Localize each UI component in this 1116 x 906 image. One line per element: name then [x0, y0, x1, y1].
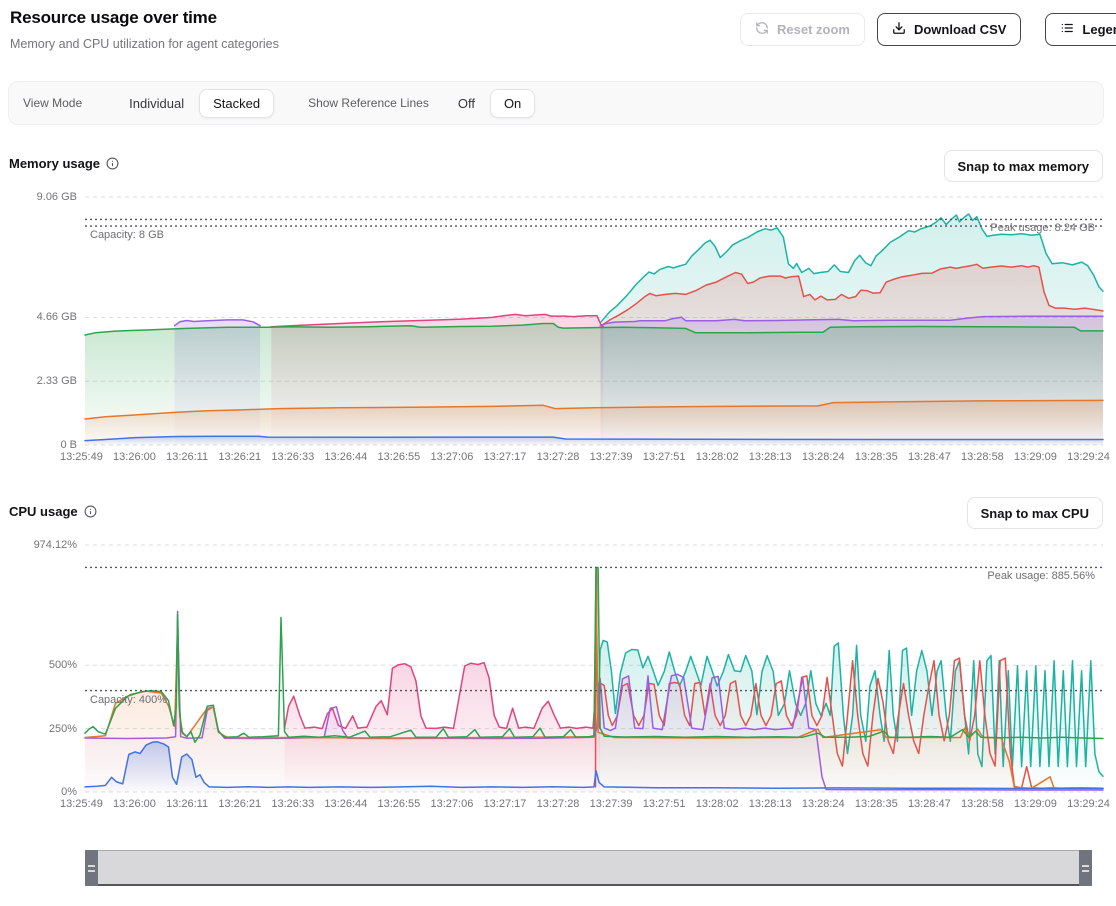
x-tick-label: 13:26:33	[271, 798, 314, 810]
x-tick-label: 13:26:55	[377, 798, 420, 810]
x-tick-label: 13:26:11	[166, 798, 208, 810]
memory-chart[interactable]: 9.06 GB4.66 GB2.33 GB0 BPeak usage: 8.24…	[0, 188, 1116, 448]
x-tick-label: 13:29:09	[1014, 451, 1057, 463]
y-tick-label: 9.06 GB	[0, 190, 77, 204]
x-tick-label: 13:28:58	[961, 798, 1004, 810]
x-tick-label: 13:29:24	[1067, 451, 1110, 463]
x-tick-label: 13:27:39	[590, 451, 633, 463]
reset-zoom-button[interactable]: Reset zoom	[740, 13, 865, 46]
x-tick-label: 13:27:51	[643, 451, 686, 463]
reset-zoom-label: Reset zoom	[777, 22, 850, 37]
y-tick-label: 500%	[0, 658, 77, 672]
y-tick-label: 0 B	[0, 438, 77, 452]
y-tick-label: 0%	[0, 785, 77, 799]
x-tick-label: 13:27:51	[643, 798, 686, 810]
page-subtitle: Memory and CPU utilization for agent cat…	[10, 37, 279, 51]
x-tick-label: 13:26:00	[113, 798, 156, 810]
x-tick-label: 13:26:44	[324, 451, 367, 463]
memory-x-axis: 13:25:49 13:26:00 13:26:11 13:26:21 13:26:33…	[60, 451, 1110, 463]
view-mode-individual-option[interactable]: Individual	[118, 89, 195, 118]
memory-chart-svg[interactable]	[0, 188, 1116, 448]
download-icon	[892, 21, 906, 38]
reference-lines-on-option[interactable]: On	[490, 89, 535, 118]
x-tick-label: 13:27:39	[590, 798, 633, 810]
cpu-section-title-text: CPU usage	[9, 504, 78, 519]
memory-section-title: Memory usage	[9, 156, 119, 171]
x-tick-label: 13:28:13	[749, 451, 792, 463]
x-tick-label: 13:28:47	[908, 451, 951, 463]
view-mode-stacked-option[interactable]: Stacked	[199, 89, 274, 118]
y-tick-label: 974.12%	[0, 538, 77, 552]
cpu-x-axis: 13:25:49 13:26:00 13:26:11 13:26:21 13:26:33…	[60, 798, 1110, 810]
brush-left-handle[interactable]	[85, 850, 98, 886]
reference-line-label: Capacity: 400%	[90, 694, 167, 706]
cpu-section-title: CPU usage	[9, 504, 97, 519]
reference-line-label: Peak usage: 8.24 GB	[990, 222, 1095, 234]
x-tick-label: 13:27:17	[484, 451, 527, 463]
x-tick-label: 13:29:24	[1067, 798, 1110, 810]
page-title: Resource usage over time	[10, 8, 217, 28]
x-tick-label: 13:25:49	[60, 798, 103, 810]
cpu-chart-svg[interactable]	[0, 536, 1116, 795]
x-tick-label: 13:26:00	[113, 451, 156, 463]
x-tick-label: 13:26:44	[324, 798, 367, 810]
x-tick-label: 13:27:17	[484, 798, 527, 810]
x-tick-label: 13:28:02	[696, 451, 739, 463]
x-tick-label: 13:28:02	[696, 798, 739, 810]
x-tick-label: 13:26:33	[271, 451, 314, 463]
memory-section-title-text: Memory usage	[9, 156, 100, 171]
x-tick-label: 13:26:11	[166, 451, 208, 463]
reference-line-label: Peak usage: 885.56%	[987, 570, 1095, 582]
y-tick-label: 2.33 GB	[0, 374, 77, 388]
x-tick-label: 13:26:21	[218, 451, 261, 463]
download-csv-label: Download CSV	[914, 22, 1006, 37]
x-tick-label: 13:27:06	[431, 798, 474, 810]
x-tick-label: 13:28:58	[961, 451, 1004, 463]
x-tick-label: 13:26:21	[218, 798, 261, 810]
x-tick-label: 13:28:47	[908, 798, 951, 810]
x-tick-label: 13:28:24	[802, 451, 845, 463]
x-tick-label: 13:28:13	[749, 798, 792, 810]
info-icon[interactable]	[84, 505, 97, 518]
info-icon[interactable]	[106, 157, 119, 170]
x-tick-label: 13:27:06	[431, 451, 474, 463]
snap-to-max-memory-button[interactable]: Snap to max memory	[944, 150, 1104, 182]
header-buttons: Reset zoom Download CSV Legend	[740, 13, 1116, 46]
x-tick-label: 13:28:35	[855, 798, 898, 810]
x-tick-label: 13:25:49	[60, 451, 103, 463]
show-reference-lines-label: Show Reference Lines	[308, 96, 429, 110]
x-tick-label: 13:29:09	[1014, 798, 1057, 810]
snap-to-max-cpu-button[interactable]: Snap to max CPU	[967, 497, 1103, 529]
x-tick-label: 13:27:28	[537, 798, 580, 810]
resource-usage-panel: Resource usage over time Memory and CPU …	[0, 0, 1116, 906]
cpu-chart[interactable]: 974.12%500%250%0%Peak usage: 885.56%Capa…	[0, 536, 1116, 795]
reference-line-label: Capacity: 8 GB	[90, 229, 164, 241]
download-csv-button[interactable]: Download CSV	[877, 13, 1021, 46]
controls-bar: View Mode Individual Stacked Show Refere…	[8, 81, 1104, 125]
brush-track[interactable]	[85, 850, 1092, 886]
x-tick-label: 13:28:24	[802, 798, 845, 810]
view-mode-label: View Mode	[23, 96, 82, 110]
legend-button[interactable]: Legend	[1045, 13, 1116, 46]
x-tick-label: 13:28:35	[855, 451, 898, 463]
legend-list-icon	[1060, 21, 1074, 38]
y-tick-label: 4.66 GB	[0, 310, 77, 324]
brush-right-handle[interactable]	[1079, 850, 1092, 886]
x-tick-label: 13:26:55	[377, 451, 420, 463]
refresh-icon	[755, 21, 769, 38]
y-tick-label: 250%	[0, 722, 77, 736]
x-tick-label: 13:27:28	[537, 451, 580, 463]
reference-lines-off-option[interactable]: Off	[447, 89, 486, 118]
legend-label: Legend	[1082, 22, 1116, 37]
